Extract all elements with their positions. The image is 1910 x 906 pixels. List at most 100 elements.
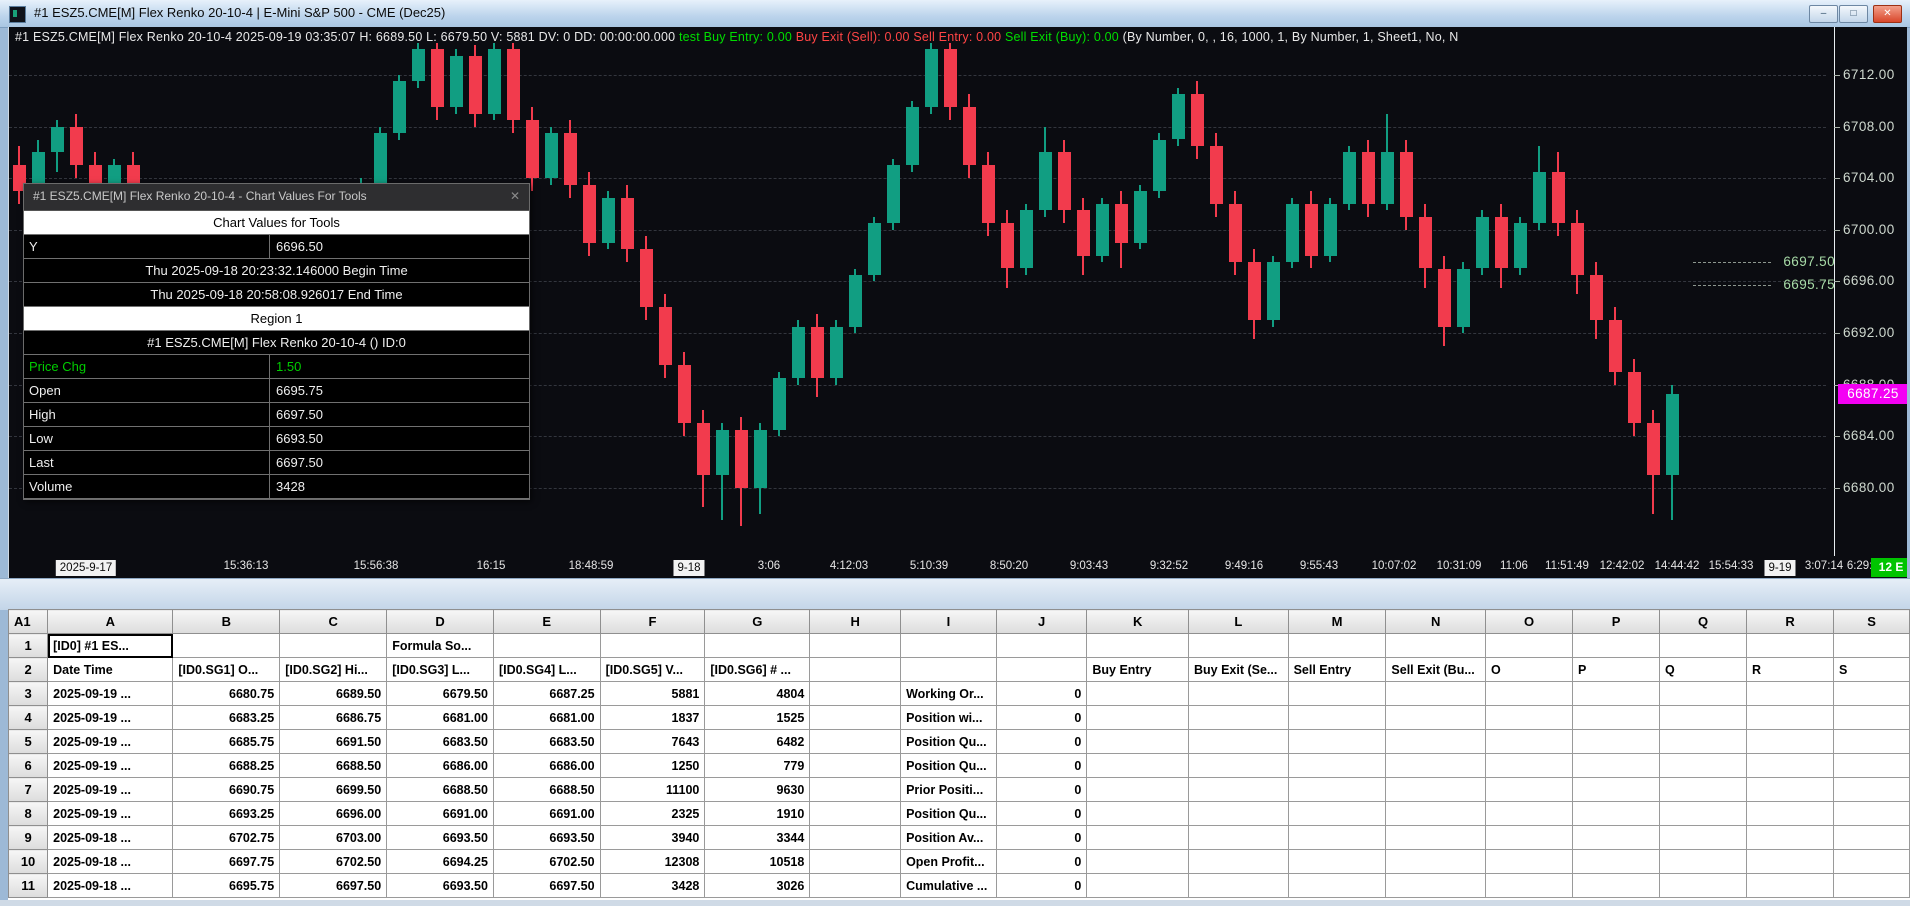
cell-S11[interactable] [1834, 874, 1910, 898]
cell-D2[interactable]: [ID0.SG3] L... [387, 658, 494, 682]
column-header-A[interactable]: A [48, 610, 173, 634]
cell-K3[interactable] [1087, 682, 1189, 706]
cell-P7[interactable] [1573, 778, 1660, 802]
cell-R3[interactable] [1747, 682, 1834, 706]
cell-R5[interactable] [1747, 730, 1834, 754]
cell-I8[interactable]: Position Qu... [901, 802, 997, 826]
cell-C6[interactable]: 6688.50 [280, 754, 387, 778]
cell-S5[interactable] [1834, 730, 1910, 754]
cell-J6[interactable]: 0 [996, 754, 1087, 778]
cell-N2[interactable]: Sell Exit (Bu... [1386, 658, 1486, 682]
cell-P9[interactable] [1573, 826, 1660, 850]
cell-E3[interactable]: 6687.25 [493, 682, 600, 706]
row-header-3[interactable]: 3 [9, 682, 48, 706]
cell-M2[interactable]: Sell Entry [1288, 658, 1386, 682]
cell-F9[interactable]: 3940 [600, 826, 705, 850]
cell-B1[interactable] [173, 634, 280, 658]
sheet-corner-cell[interactable]: A1 [9, 610, 48, 634]
cell-Q10[interactable] [1660, 850, 1747, 874]
cell-E9[interactable]: 6693.50 [493, 826, 600, 850]
cell-I5[interactable]: Position Qu... [901, 730, 997, 754]
cell-L6[interactable] [1189, 754, 1289, 778]
cell-H4[interactable] [810, 706, 901, 730]
cell-B10[interactable]: 6697.75 [173, 850, 280, 874]
cell-N5[interactable] [1386, 730, 1486, 754]
cell-E2[interactable]: [ID0.SG4] L... [493, 658, 600, 682]
cell-C1[interactable] [280, 634, 387, 658]
row-header-6[interactable]: 6 [9, 754, 48, 778]
cell-M1[interactable] [1288, 634, 1386, 658]
cell-E5[interactable]: 6683.50 [493, 730, 600, 754]
cell-K2[interactable]: Buy Entry [1087, 658, 1189, 682]
cell-R9[interactable] [1747, 826, 1834, 850]
cell-I6[interactable]: Position Qu... [901, 754, 997, 778]
row-header-9[interactable]: 9 [9, 826, 48, 850]
row-header-5[interactable]: 5 [9, 730, 48, 754]
cell-P4[interactable] [1573, 706, 1660, 730]
cell-K10[interactable] [1087, 850, 1189, 874]
cell-J7[interactable]: 0 [996, 778, 1087, 802]
cell-G9[interactable]: 3344 [705, 826, 810, 850]
cell-I4[interactable]: Position wi... [901, 706, 997, 730]
row-header-4[interactable]: 4 [9, 706, 48, 730]
cell-A2[interactable]: Date Time [48, 658, 173, 682]
cell-E8[interactable]: 6691.00 [493, 802, 600, 826]
column-header-K[interactable]: K [1087, 610, 1189, 634]
cell-F2[interactable]: [ID0.SG5] V... [600, 658, 705, 682]
cell-J8[interactable]: 0 [996, 802, 1087, 826]
cell-H9[interactable] [810, 826, 901, 850]
cell-G3[interactable]: 4804 [705, 682, 810, 706]
cell-N10[interactable] [1386, 850, 1486, 874]
cell-L2[interactable]: Buy Exit (Se... [1189, 658, 1289, 682]
cell-O6[interactable] [1486, 754, 1573, 778]
cell-A5[interactable]: 2025-09-19 ... [48, 730, 173, 754]
cell-S9[interactable] [1834, 826, 1910, 850]
cell-I2[interactable] [901, 658, 997, 682]
cell-K8[interactable] [1087, 802, 1189, 826]
cell-Q5[interactable] [1660, 730, 1747, 754]
cell-H10[interactable] [810, 850, 901, 874]
cell-R2[interactable]: R [1747, 658, 1834, 682]
cell-N4[interactable] [1386, 706, 1486, 730]
cell-M6[interactable] [1288, 754, 1386, 778]
cell-K5[interactable] [1087, 730, 1189, 754]
cell-D4[interactable]: 6681.00 [387, 706, 494, 730]
cell-M5[interactable] [1288, 730, 1386, 754]
column-header-H[interactable]: H [810, 610, 901, 634]
column-header-I[interactable]: I [901, 610, 997, 634]
row-header-11[interactable]: 11 [9, 874, 48, 898]
cell-M8[interactable] [1288, 802, 1386, 826]
cell-I1[interactable] [901, 634, 997, 658]
cell-N9[interactable] [1386, 826, 1486, 850]
cell-R7[interactable] [1747, 778, 1834, 802]
cell-S3[interactable] [1834, 682, 1910, 706]
cell-C10[interactable]: 6702.50 [280, 850, 387, 874]
cell-M7[interactable] [1288, 778, 1386, 802]
cell-H6[interactable] [810, 754, 901, 778]
cell-E6[interactable]: 6686.00 [493, 754, 600, 778]
column-header-R[interactable]: R [1747, 610, 1834, 634]
cell-I7[interactable]: Prior Positi... [901, 778, 997, 802]
cell-D8[interactable]: 6691.00 [387, 802, 494, 826]
cell-R4[interactable] [1747, 706, 1834, 730]
cell-O11[interactable] [1486, 874, 1573, 898]
column-header-P[interactable]: P [1573, 610, 1660, 634]
cell-Q8[interactable] [1660, 802, 1747, 826]
row-header-7[interactable]: 7 [9, 778, 48, 802]
cell-C4[interactable]: 6686.75 [280, 706, 387, 730]
cell-A10[interactable]: 2025-09-18 ... [48, 850, 173, 874]
cell-S10[interactable] [1834, 850, 1910, 874]
cell-F10[interactable]: 12308 [600, 850, 705, 874]
cell-C9[interactable]: 6703.00 [280, 826, 387, 850]
cell-J4[interactable]: 0 [996, 706, 1087, 730]
cell-A6[interactable]: 2025-09-19 ... [48, 754, 173, 778]
cell-L8[interactable] [1189, 802, 1289, 826]
maximize-button[interactable]: □ [1839, 5, 1868, 23]
cell-P8[interactable] [1573, 802, 1660, 826]
cell-P10[interactable] [1573, 850, 1660, 874]
cell-G8[interactable]: 1910 [705, 802, 810, 826]
cell-O3[interactable] [1486, 682, 1573, 706]
column-header-B[interactable]: B [173, 610, 280, 634]
cell-N7[interactable] [1386, 778, 1486, 802]
cell-F7[interactable]: 11100 [600, 778, 705, 802]
